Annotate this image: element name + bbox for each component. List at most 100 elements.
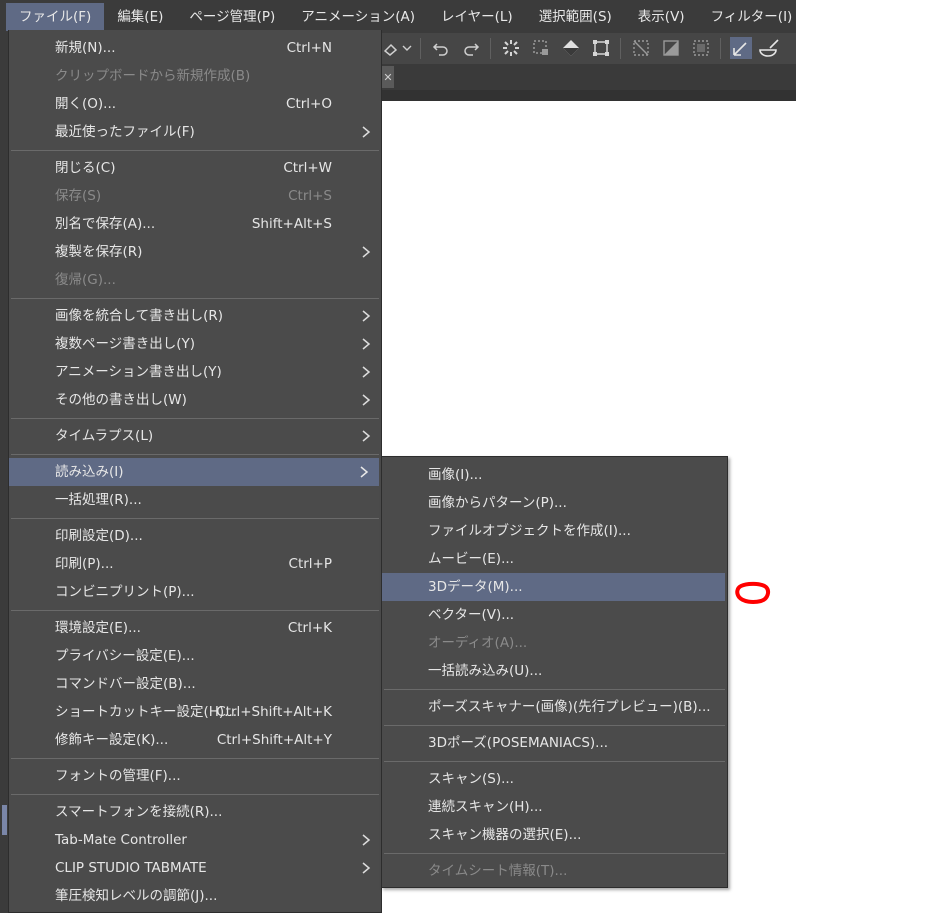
menu-item-close[interactable]: 閉じる(C) Ctrl+W: [9, 154, 381, 182]
menubar-filter[interactable]: フィルター(I): [698, 3, 796, 31]
menubar-selection[interactable]: 選択範囲(S): [526, 3, 625, 31]
menu-item-print-settings[interactable]: 印刷設定(D)...: [9, 522, 381, 550]
left-panel-accent: [2, 805, 7, 835]
menu-item-connect-smartphone[interactable]: スマートフォンを接続(R)...: [9, 798, 381, 826]
shortcut-label: Ctrl+Shift+Alt+K: [216, 704, 332, 720]
submenu-item-pose-scanner[interactable]: ポーズスキャナー(画像)(先行プレビュー)(B)...: [382, 693, 727, 721]
menu-separator: [384, 853, 725, 854]
submenu-item-batch-import[interactable]: 一括読み込み(U)...: [382, 657, 727, 685]
pen-tool-icon[interactable]: [730, 37, 752, 59]
submenu-item-vector[interactable]: ベクター(V)...: [382, 601, 727, 629]
menu-item-import[interactable]: 読み込み(I): [9, 458, 379, 486]
menu-item-privacy-settings[interactable]: プライバシー設定(E)...: [9, 642, 381, 670]
chevron-right-icon: [362, 338, 371, 350]
menu-item-other-export[interactable]: その他の書き出し(W): [9, 386, 381, 414]
chevron-right-icon: [362, 126, 371, 138]
menu-item-batch-process[interactable]: 一括処理(R)...: [9, 486, 381, 514]
submenu-item-3d-data[interactable]: 3Dデータ(M)...: [382, 573, 725, 601]
deselect-icon[interactable]: [630, 37, 652, 59]
chevron-right-icon: [362, 862, 371, 874]
menu-separator: [384, 725, 725, 726]
redo-icon[interactable]: [460, 37, 482, 59]
submenu-item-create-file-object[interactable]: ファイルオブジェクトを作成(I)...: [382, 517, 727, 545]
shortcut-label: Ctrl+O: [286, 96, 332, 112]
menu-item-new[interactable]: 新規(N)... Ctrl+N: [9, 34, 381, 62]
menu-item-revert: 復帰(G)...: [55, 272, 116, 288]
invert-selection-icon[interactable]: [660, 37, 682, 59]
menu-separator: [11, 418, 379, 419]
menu-item-timelapse[interactable]: タイムラプス(L): [9, 422, 381, 450]
menu-separator: [11, 758, 379, 759]
menu-item-tab-mate-controller[interactable]: Tab-Mate Controller: [9, 826, 381, 854]
shortcut-label: Ctrl+S: [288, 188, 332, 204]
shortcut-label: Ctrl+Shift+Alt+Y: [216, 732, 332, 748]
submenu-item-3d-pose-posemaniacs[interactable]: 3Dポーズ(POSEMANIACS)...: [382, 729, 727, 757]
chevron-right-icon: [362, 834, 371, 846]
select-all-icon[interactable]: [690, 37, 712, 59]
menubar-view[interactable]: 表示(V): [625, 3, 698, 31]
submenu-item-image[interactable]: 画像(I)...: [382, 461, 727, 489]
submenu-item-audio: オーディオ(A)...: [428, 635, 528, 651]
command-bar: [380, 33, 796, 64]
submenu-item-select-scanner[interactable]: スキャン機器の選択(E)...: [382, 821, 727, 849]
chevron-right-icon: [360, 466, 369, 478]
menu-separator: [11, 518, 379, 519]
shortcut-label: Ctrl+P: [288, 556, 332, 572]
shortcut-label: Ctrl+W: [283, 160, 332, 176]
transform-icon[interactable]: [590, 37, 612, 59]
chevron-right-icon: [362, 394, 371, 406]
close-icon[interactable]: ✕: [382, 66, 394, 88]
canvas-tab-strip: [380, 64, 796, 90]
menubar-edit[interactable]: 編集(E): [104, 3, 176, 31]
menu-separator: [11, 610, 379, 611]
submenu-item-continuous-scan[interactable]: 連続スキャン(H)...: [382, 793, 727, 821]
menubar-page-management[interactable]: ページ管理(P): [176, 3, 288, 31]
chevron-right-icon: [362, 430, 371, 442]
left-panel-edge: [0, 33, 8, 913]
menubar-layer[interactable]: レイヤー(L): [428, 3, 526, 31]
menu-separator: [11, 150, 379, 151]
chevron-right-icon: [362, 366, 371, 378]
menu-item-save-as[interactable]: 別名で保存(A)... Shift+Alt+S: [9, 210, 381, 238]
menu-item-manage-fonts[interactable]: フォントの管理(F)...: [9, 762, 381, 790]
menu-separator: [11, 454, 379, 455]
menu-item-save: 保存(S) Ctrl+S: [9, 182, 381, 210]
red-annotation-mark: [735, 581, 771, 604]
menubar: ファイル(F) 編集(E) ページ管理(P) アニメーション(A) レイヤー(L…: [0, 0, 796, 33]
menu-item-command-bar-settings[interactable]: コマンドバー設定(B)...: [9, 670, 381, 698]
shortcut-label: Shift+Alt+S: [251, 216, 332, 232]
import-submenu: 画像(I)... 画像からパターン(P)... ファイルオブジェクトを作成(I)…: [381, 456, 728, 888]
menu-item-export-animation[interactable]: アニメーション書き出し(Y): [9, 358, 381, 386]
brush-tool-icon[interactable]: [758, 37, 780, 59]
menu-item-modifier-key-settings[interactable]: 修飾キー設定(K)... Ctrl+Shift+Alt+Y: [9, 726, 381, 754]
loading-spinner-icon[interactable]: [500, 37, 522, 59]
fill-selection-icon[interactable]: [560, 37, 582, 59]
submenu-item-movie[interactable]: ムービー(E)...: [382, 545, 727, 573]
fill-bucket-icon[interactable]: [380, 37, 402, 59]
menubar-animation[interactable]: アニメーション(A): [288, 3, 428, 31]
menu-item-recent-files[interactable]: 最近使ったファイル(F): [9, 118, 381, 146]
submenu-item-scan[interactable]: スキャン(S)...: [382, 765, 727, 793]
menu-separator: [11, 794, 379, 795]
shortcut-label: Ctrl+K: [287, 620, 332, 636]
menu-item-preferences[interactable]: 環境設定(E)... Ctrl+K: [9, 614, 381, 642]
menu-item-shortcut-settings[interactable]: ショートカットキー設定(H)... Ctrl+Shift+Alt+K: [9, 698, 381, 726]
menu-item-export-single-layer[interactable]: 画像を統合して書き出し(R): [9, 302, 381, 330]
menu-item-export-multiple-pages[interactable]: 複数ページ書き出し(Y): [9, 330, 381, 358]
canvas-header: [380, 90, 796, 101]
menu-item-convenience-store-print[interactable]: コンビニプリント(P)...: [9, 578, 381, 606]
undo-icon[interactable]: [430, 37, 452, 59]
menu-item-clip-studio-tabmate[interactable]: CLIP STUDIO TABMATE: [9, 854, 381, 882]
menubar-file[interactable]: ファイル(F): [6, 2, 105, 31]
menu-item-save-duplicate[interactable]: 複製を保存(R): [9, 238, 381, 266]
menu-item-pen-pressure-settings[interactable]: 筆圧検知レベルの調節(J)...: [9, 882, 381, 910]
menu-separator: [384, 689, 725, 690]
menu-item-open[interactable]: 開く(O)... Ctrl+O: [9, 90, 381, 118]
submenu-item-pattern-from-image[interactable]: 画像からパターン(P)...: [382, 489, 727, 517]
menu-separator: [11, 298, 379, 299]
menu-item-print[interactable]: 印刷(P)... Ctrl+P: [9, 550, 381, 578]
selection-crop-icon[interactable]: [530, 37, 552, 59]
menu-separator: [384, 761, 725, 762]
chevron-down-icon[interactable]: [400, 37, 414, 59]
chevron-right-icon: [362, 310, 371, 322]
